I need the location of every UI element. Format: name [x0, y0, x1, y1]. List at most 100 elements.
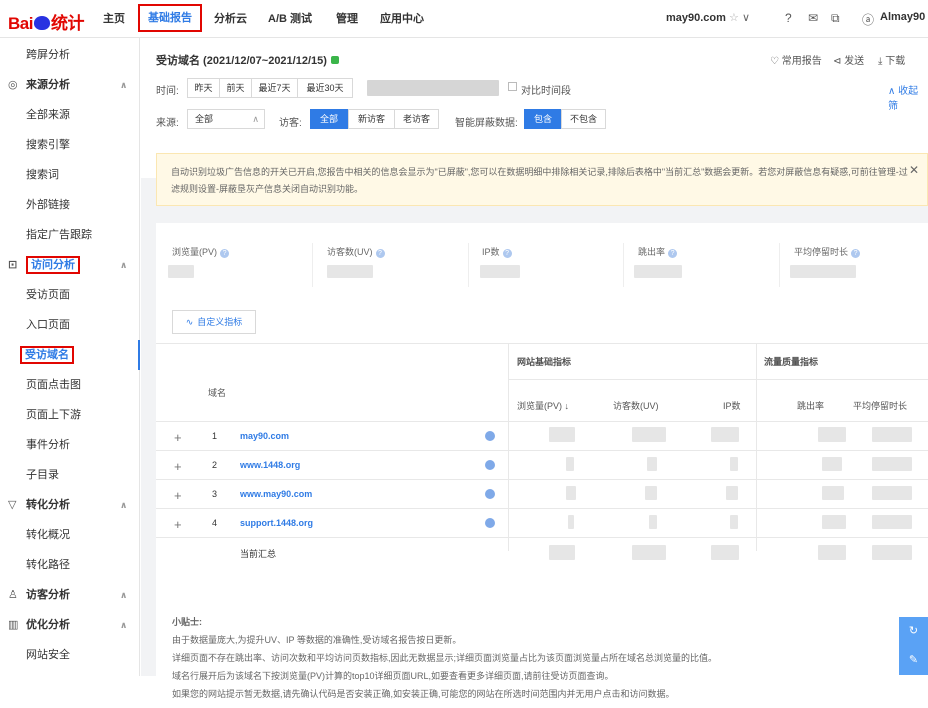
sidebar: 跨屏分析 ◎ 来源分析 ∧ 全部来源 搜索引擎 搜索词 外部链接 指定广告跟踪 ⊡ 访…: [0, 38, 140, 676]
time-day-before-button[interactable]: 前天: [219, 78, 252, 98]
report-body: 浏览量(PV)? 访客数(UV)? IP数? 跳出率? 平均停留时长? ∿ 自定义…: [156, 223, 928, 708]
date-range-picker[interactable]: [367, 80, 499, 96]
domain-link[interactable]: www.1448.org: [240, 460, 300, 470]
metric-pv: 浏览量(PV)?: [172, 245, 230, 258]
question-icon: ?: [851, 249, 861, 258]
time-yesterday-button[interactable]: 昨天: [187, 78, 220, 98]
download-button[interactable]: ⤓ 下载: [878, 52, 905, 67]
radar-icon: ◎: [8, 79, 18, 91]
sidebar-group-source[interactable]: ◎ 来源分析 ∧: [0, 70, 140, 100]
sidebar-item-conversion-overview[interactable]: 转化概况: [0, 520, 140, 550]
trend-icon[interactable]: [485, 518, 495, 528]
nav-app-center[interactable]: 应用中心: [380, 0, 424, 38]
trend-icon[interactable]: [485, 431, 495, 441]
pulse-icon: ∿: [185, 317, 194, 327]
sidebar-item-visited-domains[interactable]: 受访域名: [0, 340, 140, 370]
refresh-icon[interactable]: ↻: [899, 617, 928, 646]
visitor-new-button[interactable]: 新访客: [348, 109, 395, 129]
question-icon: ?: [375, 249, 385, 258]
expand-icon[interactable]: +: [174, 488, 182, 503]
sidebar-item-all-sources[interactable]: 全部来源: [0, 100, 140, 130]
metric-bounce: 跳出率?: [638, 245, 678, 258]
user-icon[interactable]: ⓐ: [862, 11, 874, 28]
domain-link[interactable]: support.1448.org: [240, 518, 313, 528]
copy-icon[interactable]: ⧉: [831, 11, 840, 26]
metric-avg-time: 平均停留时长?: [794, 245, 861, 258]
help-icon[interactable]: ?: [785, 11, 792, 25]
mail-icon[interactable]: ✉: [808, 11, 818, 25]
metric-bounce-value: [634, 265, 682, 278]
col-bounce[interactable]: 跳出率: [797, 399, 824, 412]
sidebar-item-page-flow[interactable]: 页面上下游: [0, 400, 140, 430]
trend-icon[interactable]: [485, 489, 495, 499]
smart-filter-label: 智能屏蔽数据:: [455, 118, 518, 129]
compare-checkbox[interactable]: [508, 82, 517, 91]
sidebar-item-site-security[interactable]: 网站安全: [0, 640, 140, 670]
metric-pv-value: [168, 265, 194, 278]
funnel-icon: ▽: [8, 499, 17, 511]
sidebar-item-search-term[interactable]: 搜索词: [0, 160, 140, 190]
sidebar-item-conversion-path[interactable]: 转化路径: [0, 550, 140, 580]
source-select[interactable]: 全部 ∧: [187, 109, 265, 129]
baidu-tongji-logo[interactable]: Baidu统计: [8, 9, 84, 34]
custom-metrics-button[interactable]: ∿ 自定义指标: [172, 310, 256, 334]
col-avg-time[interactable]: 平均停留时长: [853, 399, 907, 412]
send-button[interactable]: ⊲ 发送: [833, 52, 864, 67]
baidu-paw-icon: [33, 16, 50, 30]
expand-icon[interactable]: +: [174, 517, 182, 532]
col-ip[interactable]: IP数: [723, 399, 741, 412]
selected-indicator: [138, 340, 140, 370]
sidebar-group-visitor[interactable]: ♙ 访客分析 ∧: [0, 580, 140, 610]
user-name[interactable]: Almay90: [880, 11, 925, 23]
time-last30-button[interactable]: 最近30天: [297, 78, 353, 98]
chevron-up-icon: ∧: [120, 260, 128, 270]
domain-link[interactable]: www.may90.com: [240, 489, 312, 499]
sidebar-item-subdirectory[interactable]: 子目录: [0, 460, 140, 490]
domain-link[interactable]: may90.com: [240, 431, 289, 441]
tip-line: 由于数据量庞大,为提升UV、IP 等数据的准确性,受访域名报告按日更新。: [172, 635, 462, 645]
metric-uv: 访客数(UV)?: [327, 245, 385, 258]
nav-manage[interactable]: 管理: [336, 0, 358, 38]
nav-ab-test[interactable]: A/B 测试: [268, 0, 312, 38]
sidebar-group-conversion[interactable]: ▽ 转化分析 ∧: [0, 490, 140, 520]
sidebar-item-entry-pages[interactable]: 入口页面: [0, 310, 140, 340]
top-navigation-bar: Baidu统计 主页 基础报告 分析云 A/B 测试 管理 应用中心 may90…: [0, 0, 928, 38]
login-icon: ⊡: [8, 259, 18, 271]
tip-line: 域名行展开后为该域名下按浏览量(PV)计算的top10详细页面URL,如要查看更…: [172, 671, 614, 681]
time-last7-button[interactable]: 最近7天: [251, 78, 298, 98]
site-selector[interactable]: may90.com ☆ ∨: [666, 11, 750, 24]
expand-icon[interactable]: +: [174, 459, 182, 474]
col-uv[interactable]: 访客数(UV): [613, 399, 659, 412]
nav-home[interactable]: 主页: [103, 0, 125, 38]
main-content: 受访域名 (2021/12/07~2021/12/15) ♡ 常用报告 ⊲ 发送…: [141, 38, 928, 708]
visitor-all-button[interactable]: 全部: [310, 109, 348, 129]
filter-include-button[interactable]: 包含: [524, 109, 562, 129]
sidebar-item-external-links[interactable]: 外部链接: [0, 190, 140, 220]
sidebar-item-visited-pages[interactable]: 受访页面: [0, 280, 140, 310]
col-pv-sort[interactable]: 浏览量(PV) ↓: [517, 399, 569, 412]
sidebar-group-optimize[interactable]: ▥ 优化分析 ∧: [0, 610, 140, 640]
visitor-old-button[interactable]: 老访客: [394, 109, 439, 129]
sidebar-item-search-engine[interactable]: 搜索引擎: [0, 130, 140, 160]
chevron-up-icon: ∧: [120, 590, 128, 600]
trend-icon[interactable]: [485, 460, 495, 470]
domain-table: 域名 网站基础指标 流量质量指标 浏览量(PV) ↓ 访客数(UV) IP数 跳…: [156, 343, 928, 560]
close-icon[interactable]: ✕: [909, 162, 919, 179]
sidebar-group-visit[interactable]: ⊡ 访问分析 ∧: [0, 250, 140, 280]
person-icon: ♙: [8, 589, 18, 601]
sidebar-item-ad-tracking[interactable]: 指定广告跟踪: [0, 220, 140, 250]
expand-icon[interactable]: +: [174, 430, 182, 445]
sidebar-item-cross-screen[interactable]: 跨屏分析: [0, 40, 140, 70]
nav-analysis-cloud[interactable]: 分析云: [214, 0, 247, 38]
sidebar-item-page-heatmap[interactable]: 页面点击图: [0, 370, 140, 400]
collapse-filter-button[interactable]: ∧ 收起筛: [888, 82, 928, 112]
nav-basic-report[interactable]: 基础报告: [138, 4, 202, 32]
notice-banner: 自动识别垃圾广告信息的开关已开启,您报告中相关的信息会显示为"已屏蔽",您可以在…: [156, 153, 928, 206]
sidebar-item-events[interactable]: 事件分析: [0, 430, 140, 460]
favorite-report-button[interactable]: ♡ 常用报告: [770, 52, 822, 67]
edit-icon[interactable]: ✎: [899, 646, 928, 675]
tips-section: 小贴士: 由于数据量庞大,为提升UV、IP 等数据的准确性,受访域名报告按日更新…: [172, 613, 717, 703]
filter-exclude-button[interactable]: 不包含: [561, 109, 606, 129]
question-icon: ?: [502, 249, 512, 258]
chevron-up-icon: ∧: [120, 500, 128, 510]
